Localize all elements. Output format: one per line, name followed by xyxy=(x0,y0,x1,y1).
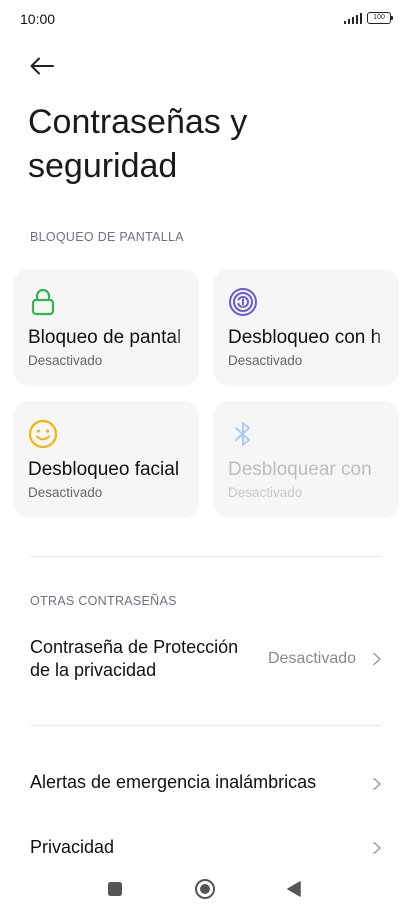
row-privacy-protection-password[interactable]: Contraseña de Protección de la privacida… xyxy=(30,636,385,686)
status-time: 10:00 xyxy=(20,11,56,27)
arrow-left-icon xyxy=(30,57,54,75)
row-privacy-protection-value: Desactivado xyxy=(268,650,357,667)
tile-bluetooth-title: Desbloquear con xyxy=(228,459,372,480)
home-circle-icon xyxy=(195,879,215,899)
home-button[interactable] xyxy=(194,878,216,900)
tile-screen-lock-status: Desactivado xyxy=(28,353,103,368)
status-icons: 100 xyxy=(343,12,393,24)
tile-screen-lock-title: Bloqueo de pantal xyxy=(28,327,182,348)
back-button[interactable] xyxy=(26,50,58,82)
battery-level: 100 xyxy=(373,14,385,21)
section-header-other-passwords: OTRAS CONTRASEÑAS xyxy=(30,594,177,608)
battery-icon: 100 xyxy=(367,12,393,24)
tile-bluetooth-status: Desactivado xyxy=(228,485,303,500)
row-privacy-protection-label-line1: Contraseña de Protección xyxy=(30,637,239,657)
row-privacy-protection-label: Contraseña de Protección de la privacida… xyxy=(30,636,238,682)
status-bar: 10:00 100 xyxy=(0,0,411,40)
navigation-bar xyxy=(0,864,411,914)
row-privacy[interactable]: Privacidad xyxy=(30,836,385,862)
chevron-right-icon xyxy=(373,777,381,791)
signal-icon xyxy=(343,12,362,24)
tile-fingerprint-title: Desbloqueo con h xyxy=(228,327,382,348)
tile-face-unlock-title: Desbloqueo facial xyxy=(28,459,180,480)
row-emergency-alerts-label: Alertas de emergencia inalámbricas xyxy=(30,772,317,792)
recents-square-icon xyxy=(108,882,122,896)
tile-fingerprint-unlock[interactable]: Desbloqueo con h Desactivado xyxy=(213,269,399,386)
fingerprint-icon xyxy=(229,288,257,316)
page-title: Contraseñas y seguridad xyxy=(28,103,248,185)
tile-screen-lock[interactable]: Bloqueo de pantal Desactivado xyxy=(13,269,199,386)
face-icon xyxy=(28,419,58,449)
tile-face-unlock[interactable]: Desbloqueo facial Desactivado xyxy=(13,401,199,518)
bluetooth-icon xyxy=(235,422,250,446)
recents-button[interactable] xyxy=(104,878,126,900)
chevron-right-icon xyxy=(373,652,381,666)
row-privacy-protection-label-line2: de la privacidad xyxy=(30,660,157,680)
tile-fingerprint-status: Desactivado xyxy=(228,353,303,368)
screen: 10:00 100 Contraseñas y seguridad BLOQUE… xyxy=(0,0,411,914)
row-wireless-emergency-alerts[interactable]: Alertas de emergencia inalámbricas xyxy=(30,771,385,797)
divider xyxy=(30,725,381,726)
tile-face-unlock-status: Desactivado xyxy=(28,485,103,500)
chevron-right-icon xyxy=(373,841,381,855)
divider xyxy=(30,556,381,557)
section-header-screen-lock: BLOQUEO DE PANTALLA xyxy=(30,230,184,244)
row-privacy-label: Privacidad xyxy=(30,837,115,857)
lock-icon xyxy=(31,288,55,316)
tile-bluetooth-unlock[interactable]: Desbloquear con Desactivado xyxy=(213,401,399,518)
back-triangle-icon xyxy=(287,881,301,897)
nav-back-button[interactable] xyxy=(283,878,305,900)
